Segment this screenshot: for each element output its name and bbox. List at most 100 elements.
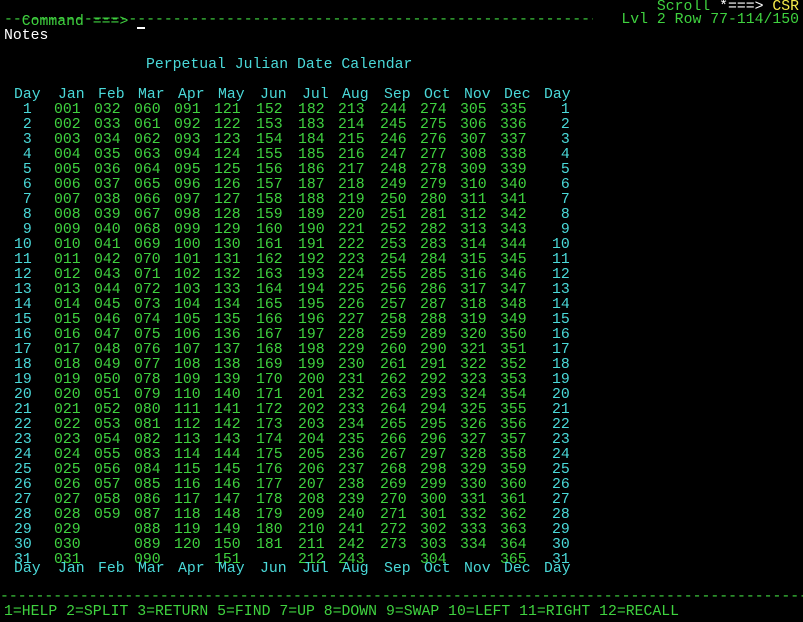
- julian-date-cell: 302: [420, 522, 447, 538]
- pf-key-split[interactable]: 2=SPLIT: [66, 604, 128, 620]
- julian-date-cell: 167: [256, 327, 283, 343]
- julian-date-cell: 260: [380, 342, 407, 358]
- julian-date-cell: 315: [460, 252, 487, 268]
- julian-date-cell: 197: [298, 327, 325, 343]
- col-header-jun: Jun: [260, 561, 287, 577]
- julian-date-cell: 070: [134, 252, 161, 268]
- julian-date-cell: 164: [256, 282, 283, 298]
- col-header-apr: Apr: [178, 561, 205, 577]
- julian-date-cell: 184: [298, 132, 325, 148]
- day-number-cell: 16: [552, 327, 570, 343]
- col-header-sep: Sep: [384, 87, 411, 103]
- julian-date-cell: 165: [256, 297, 283, 313]
- julian-date-cell: 276: [420, 132, 447, 148]
- julian-date-cell: 160: [256, 222, 283, 238]
- day-number-cell: 12: [552, 267, 570, 283]
- day-number-cell: 16: [14, 327, 32, 343]
- col-header-nov: Nov: [464, 561, 491, 577]
- julian-date-cell: 108: [174, 357, 201, 373]
- calendar-row: 14 014 045 073 104 134 165 195 226 257 287 318 348 14: [0, 298, 803, 313]
- julian-date-cell: 348: [500, 297, 527, 313]
- julian-date-cell: 331: [460, 492, 487, 508]
- julian-date-cell: 183: [298, 117, 325, 133]
- calendar-row: 28 028 059 087 118 148 179 209 240 271 301 332 362 28: [0, 508, 803, 523]
- pf-key-find[interactable]: 5=FIND: [217, 604, 270, 620]
- julian-date-cell: 041: [94, 237, 121, 253]
- julian-date-cell: 334: [460, 537, 487, 553]
- julian-date-cell: 338: [500, 147, 527, 163]
- pf-key-bar: 1=HELP 2=SPLIT 3=RETURN 5=FIND 7=UP 8=DO…: [4, 605, 679, 620]
- julian-date-cell: 101: [174, 252, 201, 268]
- julian-date-cell: 352: [500, 357, 527, 373]
- day-number-cell: 5: [552, 162, 570, 178]
- julian-date-cell: 232: [338, 387, 365, 403]
- julian-date-cell: 131: [214, 252, 241, 268]
- julian-date-cell: 033: [94, 117, 121, 133]
- julian-date-cell: 013: [54, 282, 81, 298]
- julian-date-cell: 032: [94, 102, 121, 118]
- pf-key-left[interactable]: 10=LEFT: [448, 604, 510, 620]
- day-number-cell: 14: [14, 297, 32, 313]
- julian-date-cell: 178: [256, 492, 283, 508]
- julian-date-cell: 002: [54, 117, 81, 133]
- julian-date-cell: 117: [174, 492, 201, 508]
- julian-date-cell: 285: [420, 267, 447, 283]
- julian-date-cell: 245: [380, 117, 407, 133]
- julian-date-cell: 005: [54, 162, 81, 178]
- pf-key-help[interactable]: 1=HELP: [4, 604, 57, 620]
- julian-date-cell: 218: [338, 177, 365, 193]
- julian-date-cell: 294: [420, 402, 447, 418]
- julian-date-cell: 185: [298, 147, 325, 163]
- pf-key-return[interactable]: 3=RETURN: [137, 604, 208, 620]
- julian-date-cell: 078: [134, 372, 161, 388]
- julian-date-cell: 122: [214, 117, 241, 133]
- julian-date-cell: 248: [380, 162, 407, 178]
- julian-date-cell: 074: [134, 312, 161, 328]
- julian-date-cell: 182: [298, 102, 325, 118]
- pf-key-swap[interactable]: 9=SWAP: [386, 604, 439, 620]
- julian-date-cell: 095: [174, 162, 201, 178]
- julian-date-cell: 102: [174, 267, 201, 283]
- julian-date-cell: 247: [380, 147, 407, 163]
- julian-date-cell: 011: [54, 252, 81, 268]
- julian-date-cell: 008: [54, 207, 81, 223]
- julian-date-cell: 058: [94, 492, 121, 508]
- julian-date-cell: 063: [134, 147, 161, 163]
- julian-date-cell: 204: [298, 432, 325, 448]
- julian-date-cell: 343: [500, 222, 527, 238]
- julian-date-cell: 246: [380, 132, 407, 148]
- day-number-cell: 11: [14, 252, 32, 268]
- julian-date-cell: 064: [134, 162, 161, 178]
- julian-date-cell: 050: [94, 372, 121, 388]
- julian-date-cell: 258: [380, 312, 407, 328]
- julian-date-cell: 241: [338, 522, 365, 538]
- day-number-cell: 19: [552, 372, 570, 388]
- julian-date-cell: 223: [338, 252, 365, 268]
- day-number-cell: 4: [14, 147, 32, 163]
- julian-date-cell: 210: [298, 522, 325, 538]
- julian-date-cell: 312: [460, 207, 487, 223]
- julian-date-cell: 322: [460, 357, 487, 373]
- julian-date-cell: 027: [54, 492, 81, 508]
- julian-date-cell: 242: [338, 537, 365, 553]
- julian-date-cell: 206: [298, 462, 325, 478]
- col-header-jan: Jan: [58, 87, 85, 103]
- pf-key-down[interactable]: 8=DOWN: [324, 604, 377, 620]
- pf-key-right[interactable]: 11=RIGHT: [519, 604, 590, 620]
- day-number-cell: 5: [14, 162, 32, 178]
- pf-key-up[interactable]: 7=UP: [279, 604, 315, 620]
- julian-date-cell: 106: [174, 327, 201, 343]
- level-row-indicator: Lvl 2 Row 77-114/150: [621, 12, 799, 28]
- julian-date-cell: 038: [94, 192, 121, 208]
- julian-date-cell: 277: [420, 147, 447, 163]
- julian-date-cell: 290: [420, 342, 447, 358]
- julian-date-cell: 205: [298, 447, 325, 463]
- julian-date-cell: 291: [420, 357, 447, 373]
- julian-date-cell: 054: [94, 432, 121, 448]
- julian-date-cell: 287: [420, 297, 447, 313]
- julian-date-cell: 179: [256, 507, 283, 523]
- julian-date-cell: 309: [460, 162, 487, 178]
- julian-date-cell: 300: [420, 492, 447, 508]
- julian-date-cell: 359: [500, 462, 527, 478]
- pf-key-recall[interactable]: 12=RECALL: [599, 604, 679, 620]
